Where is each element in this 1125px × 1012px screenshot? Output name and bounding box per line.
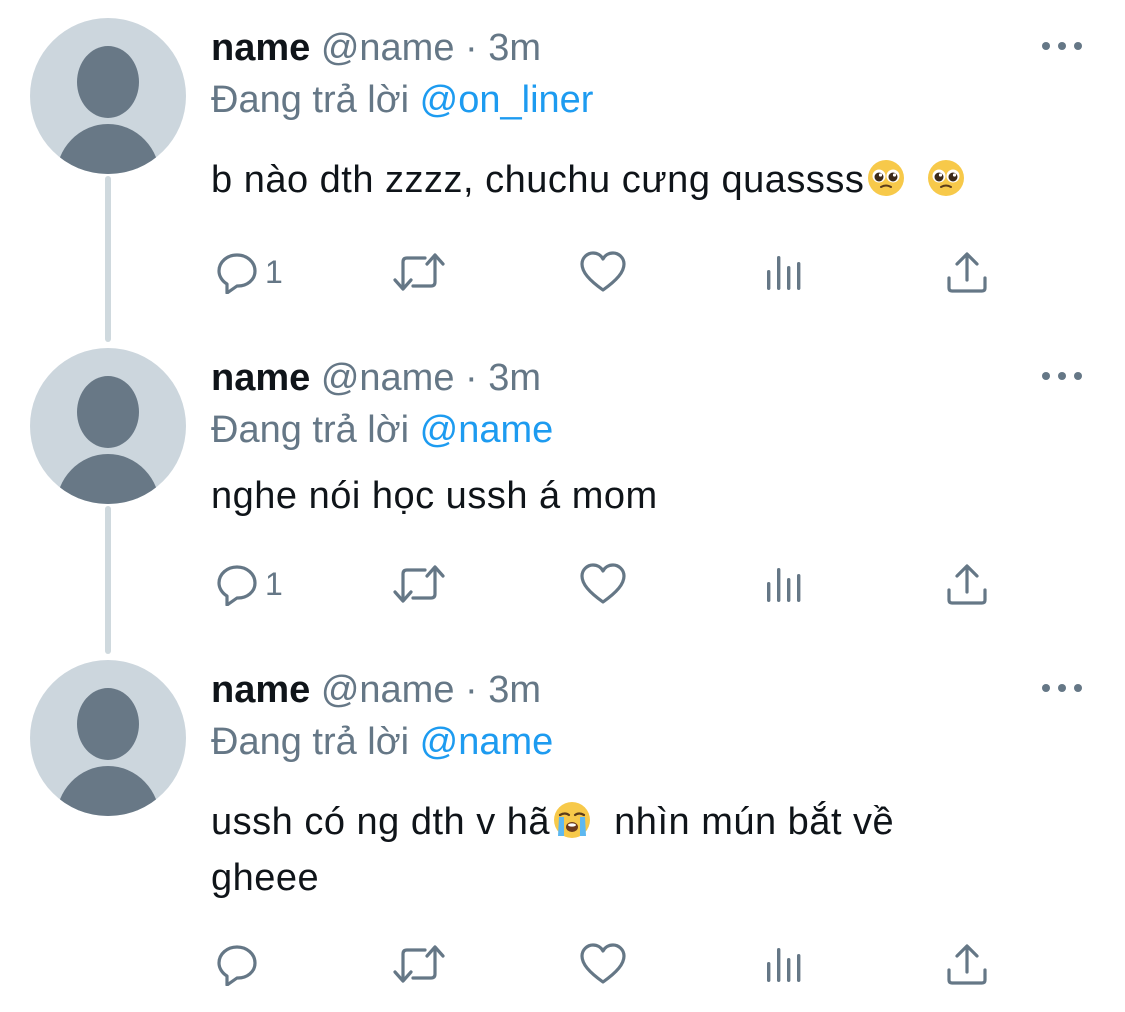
handle[interactable]: @name [321, 27, 455, 69]
avatar[interactable] [30, 18, 186, 174]
retweet-icon [391, 942, 447, 986]
reply-count: 1 [265, 565, 283, 602]
share-button[interactable] [945, 244, 989, 300]
reply-button[interactable]: 1 [215, 244, 283, 300]
tweet-text-content: ussh có ng dth v hã [211, 801, 551, 843]
views-button[interactable] [765, 244, 805, 300]
display-name[interactable]: name [211, 27, 310, 69]
pleading-face-emoji [926, 158, 966, 198]
timestamp[interactable]: 3m [488, 27, 541, 69]
reply-icon [215, 942, 259, 986]
display-name[interactable]: name [211, 669, 310, 711]
handle[interactable]: @name [321, 357, 455, 399]
retweet-button[interactable] [391, 556, 447, 612]
share-button[interactable] [945, 556, 989, 612]
display-name[interactable]: name [211, 357, 310, 399]
timestamp[interactable]: 3m [488, 357, 541, 399]
tweet[interactable]: name @name · 3m Đang trả lời @name ussh … [0, 660, 1125, 1000]
tweet-actions: 1 [211, 556, 1011, 612]
separator: · [465, 669, 478, 711]
views-button[interactable] [765, 936, 805, 992]
reply-icon [215, 250, 259, 294]
views-icon [765, 942, 805, 986]
views-button[interactable] [765, 556, 805, 612]
reply-icon [215, 562, 259, 606]
mention-link[interactable]: @on_liner [420, 79, 594, 121]
like-icon [579, 250, 627, 294]
tweet-text: ussh có ng dth v hã nhìn mún bắt về ghee… [211, 794, 1011, 906]
replying-to: Đang trả lời @name [211, 718, 553, 766]
more-icon[interactable] [1040, 680, 1084, 696]
tweet-header: name @name · 3m [211, 354, 541, 402]
tweet-header: name @name · 3m [211, 24, 541, 72]
share-icon [945, 942, 989, 986]
like-button[interactable] [579, 244, 627, 300]
tweet-text-content: nghe nói học ussh á mom [211, 475, 658, 517]
tweet[interactable]: name @name · 3m Đang trả lời @on_liner b… [0, 18, 1125, 318]
like-icon [579, 942, 627, 986]
avatar[interactable] [30, 660, 186, 816]
tweet-actions [211, 936, 1011, 992]
mention-link[interactable]: @name [420, 409, 554, 451]
avatar[interactable] [30, 348, 186, 504]
tweet[interactable]: name @name · 3m Đang trả lời @name nghe … [0, 348, 1125, 638]
replying-to: Đang trả lời @on_liner [211, 76, 593, 124]
tweet-header: name @name · 3m [211, 666, 541, 714]
separator: · [465, 27, 478, 69]
tweet-text: b nào dth zzzz, chuchu cưng quassss [211, 152, 1071, 208]
like-icon [579, 562, 627, 606]
views-icon [765, 250, 805, 294]
separator: · [465, 357, 478, 399]
tweet-text-content: b nào dth zzzz, chuchu cưng quassss [211, 159, 865, 201]
tweet-text: nghe nói học ussh á mom [211, 468, 1071, 524]
share-icon [945, 562, 989, 606]
replying-to-label: Đang trả lời [211, 79, 410, 121]
retweet-icon [391, 250, 447, 294]
share-icon [945, 250, 989, 294]
like-button[interactable] [579, 556, 627, 612]
replying-to: Đang trả lời @name [211, 406, 553, 454]
retweet-button[interactable] [391, 244, 447, 300]
tweet-actions: 1 [211, 244, 1011, 300]
reply-button[interactable] [215, 936, 265, 992]
loudly-crying-face-emoji [552, 800, 592, 840]
replying-to-label: Đang trả lời [211, 721, 410, 763]
timestamp[interactable]: 3m [488, 669, 541, 711]
mention-link[interactable]: @name [420, 721, 554, 763]
more-icon[interactable] [1040, 368, 1084, 384]
retweet-button[interactable] [391, 936, 447, 992]
pleading-face-emoji [866, 158, 906, 198]
reply-button[interactable]: 1 [215, 556, 283, 612]
reply-count: 1 [265, 253, 283, 290]
more-icon[interactable] [1040, 38, 1084, 54]
retweet-icon [391, 562, 447, 606]
views-icon [765, 562, 805, 606]
like-button[interactable] [579, 936, 627, 992]
replying-to-label: Đang trả lời [211, 409, 410, 451]
handle[interactable]: @name [321, 669, 455, 711]
share-button[interactable] [945, 936, 989, 992]
